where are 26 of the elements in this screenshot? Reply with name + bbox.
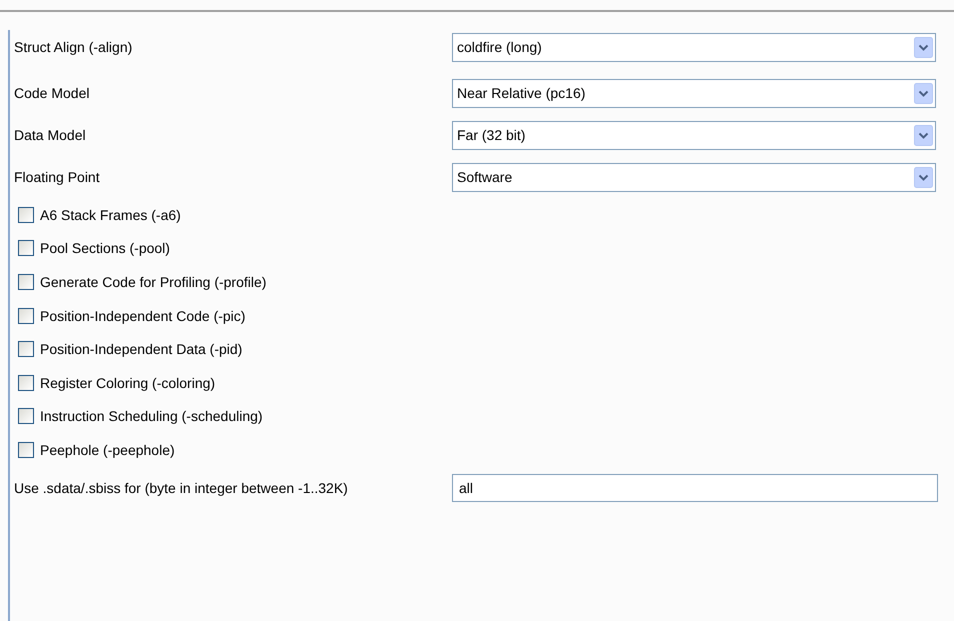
field-label: Code Model [14, 85, 90, 101]
checkbox-label: Position-Independent Code (-pic) [40, 308, 246, 324]
checkbox[interactable] [18, 341, 34, 358]
checkbox[interactable] [18, 374, 34, 391]
checkbox-label: Generate Code for Profiling (-profile) [40, 274, 266, 290]
checkbox[interactable] [18, 206, 34, 223]
field-label: Floating Point [14, 169, 101, 185]
checkbox-label: Pool Sections (-pool) [40, 240, 170, 256]
dropdown[interactable]: Software [452, 162, 936, 192]
checkbox-label: Register Coloring (-coloring) [40, 374, 216, 391]
checkbox[interactable] [18, 308, 34, 324]
checkbox[interactable] [18, 442, 34, 458]
checkbox[interactable] [18, 240, 34, 256]
checkbox-label: A6 Stack Frames (-a6) [40, 206, 181, 223]
input-field[interactable]: all [452, 474, 938, 502]
checkbox[interactable] [18, 408, 34, 424]
field-label: Struct Align (-align) [14, 39, 134, 55]
checkbox-label: Position-Independent Data (-pid) [40, 341, 242, 358]
field-label: Data Model [14, 127, 87, 143]
dropdown[interactable]: Near Relative (pc16) [452, 78, 936, 108]
checkbox-label: Instruction Scheduling (-scheduling) [40, 408, 263, 424]
checkbox[interactable] [18, 274, 34, 290]
dropdown[interactable]: coldfire (long) [452, 32, 936, 62]
checkbox-label: Peephole (-peephole) [40, 442, 175, 458]
dropdown[interactable]: Far (32 bit) [452, 120, 936, 150]
field-label: Use .sdata/.sbiss for (byte in integer between -1..32K) [14, 480, 349, 496]
